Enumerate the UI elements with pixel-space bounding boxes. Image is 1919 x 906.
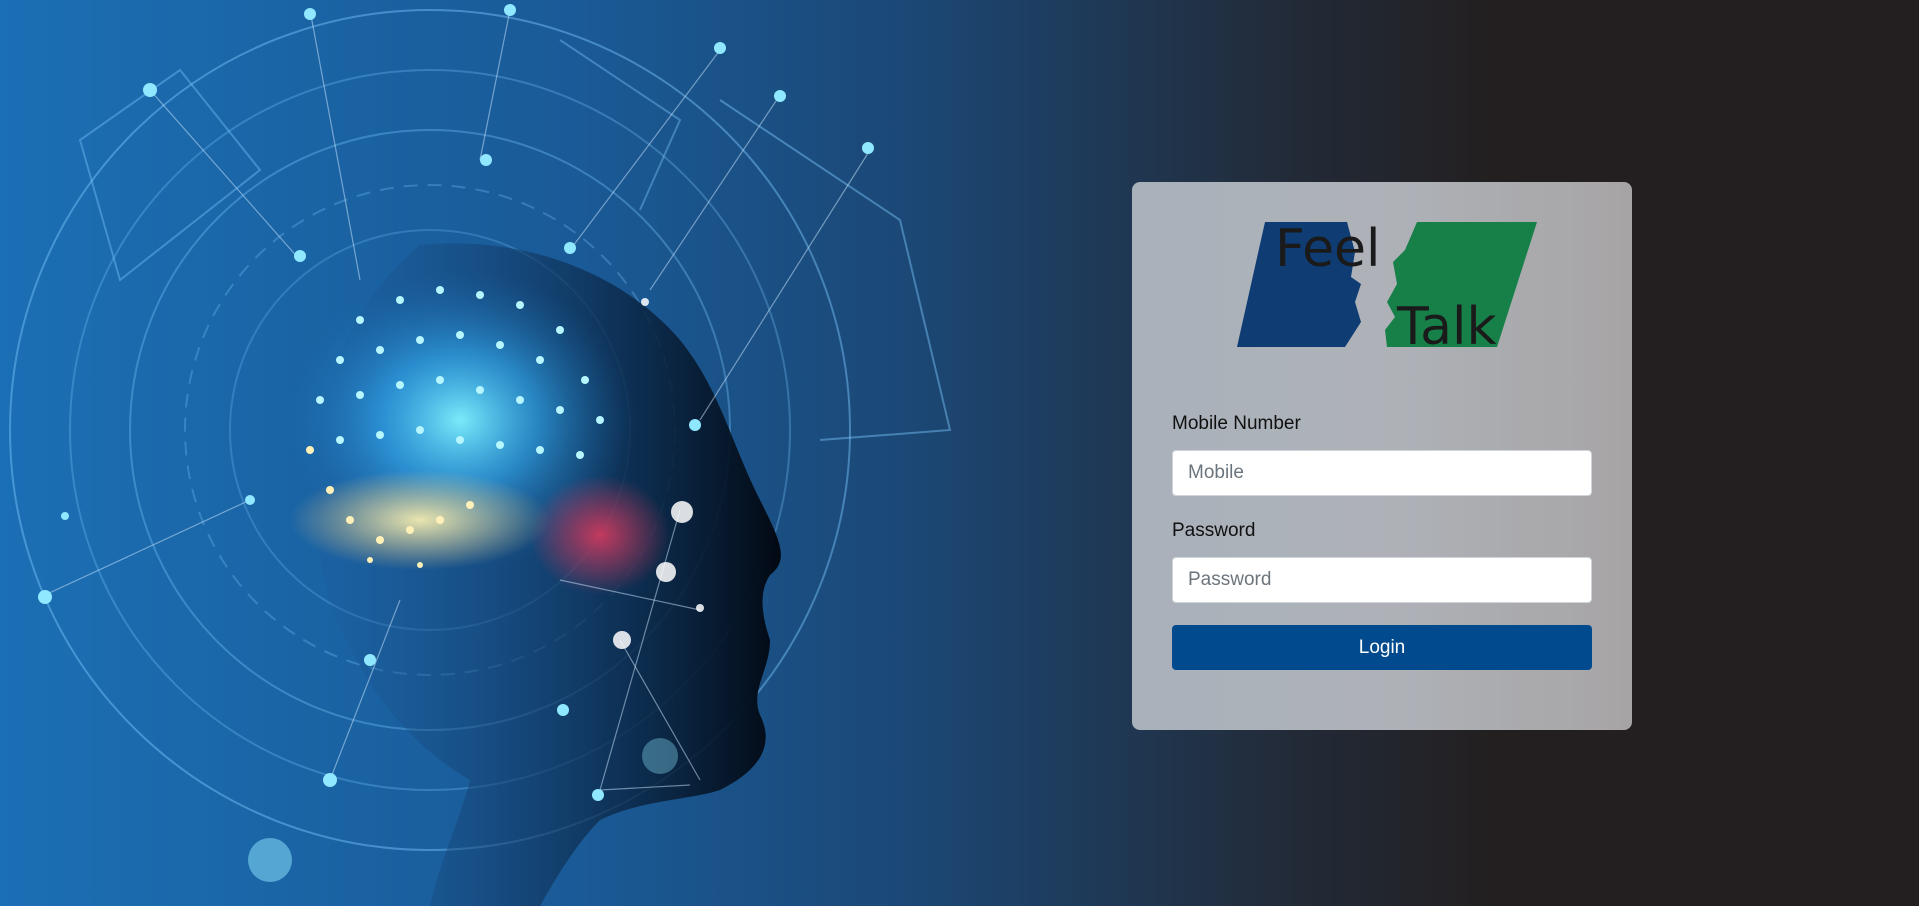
mobile-number-label: Mobile Number [1172, 413, 1301, 434]
mobile-input[interactable] [1172, 450, 1592, 496]
password-input[interactable] [1172, 557, 1592, 603]
ai-head-background-illustration [9, 4, 952, 906]
logo-word-feel: Feel [1275, 222, 1381, 279]
login-button[interactable]: Login [1172, 625, 1592, 670]
login-page: Feel Talk Mobile Number Password Login [0, 0, 1919, 906]
login-card: Feel Talk Mobile Number Password Login [1132, 182, 1632, 730]
feel-talk-logo: Feel Talk [1237, 222, 1537, 352]
password-label: Password [1172, 520, 1256, 541]
logo-word-talk: Talk [1396, 297, 1497, 352]
